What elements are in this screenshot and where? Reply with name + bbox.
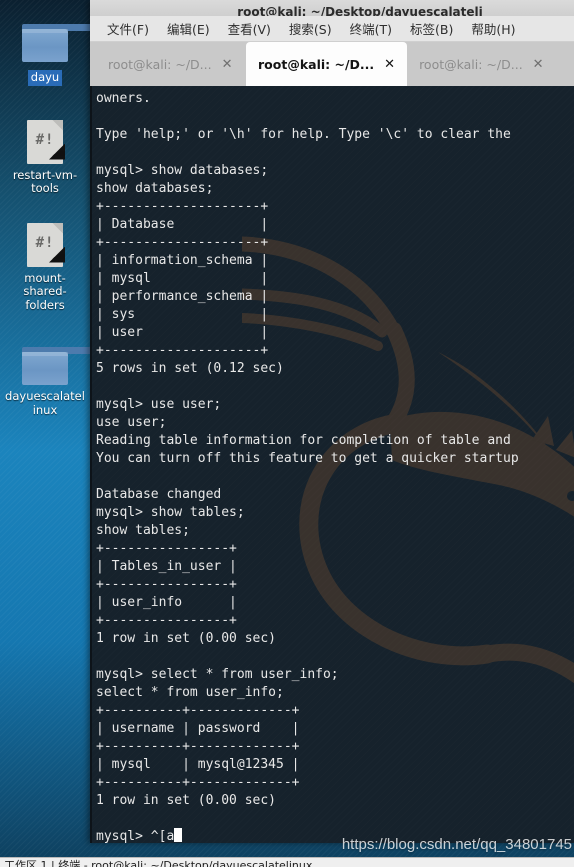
terminal-line: You can turn off this feature to get a q… bbox=[96, 451, 519, 466]
terminal-line: +----------+-------------+ bbox=[96, 703, 300, 718]
terminal-line: select * from user_info; bbox=[96, 685, 284, 700]
terminal-line: | sys | bbox=[96, 307, 269, 322]
terminal-tab-3[interactable]: root@kali: ~/D... ✕ bbox=[407, 42, 558, 86]
terminal-prompt-text: mysql> ^[a bbox=[96, 829, 175, 843]
tab-title: root@kali: ~/D... bbox=[419, 56, 523, 72]
terminal-line: | user_info | bbox=[96, 595, 237, 610]
tab-bar: root@kali: ~/D... ✕ root@kali: ~/D... ✕ … bbox=[90, 42, 574, 86]
window-titlebar[interactable]: root@kali: ~/Desktop/dayuescalateli bbox=[90, 0, 574, 16]
terminal-line: +----------------+ bbox=[96, 613, 237, 628]
menu-bar: 文件(F) 编辑(E) 查看(V) 搜索(S) 终端(T) 标签(B) 帮助(H… bbox=[90, 16, 574, 42]
shebang-glyph: #! bbox=[35, 131, 55, 148]
taskbar[interactable]: 工作区 1 | 终端 - root@kali: ~/Desktop/dayues… bbox=[0, 857, 574, 867]
terminal-line: mysql> show databases; bbox=[96, 163, 269, 178]
close-icon[interactable]: ✕ bbox=[533, 58, 544, 71]
window-title: root@kali: ~/Desktop/dayuescalateli bbox=[237, 5, 483, 16]
shebang-glyph: #! bbox=[35, 234, 55, 251]
script-file-icon: #! bbox=[0, 215, 90, 267]
script-file-icon: #! bbox=[0, 112, 90, 164]
folder-icon bbox=[0, 333, 172, 385]
menu-view[interactable]: 查看(V) bbox=[219, 16, 280, 41]
tab-title: root@kali: ~/D... bbox=[258, 56, 375, 72]
terminal-window: root@kali: ~/Desktop/dayuescalateli 文件(F… bbox=[90, 0, 574, 843]
terminal-line: | Tables_in_user | bbox=[96, 559, 237, 574]
desktop-icon-dayuescalatelinux[interactable]: dayuescalatelinux bbox=[0, 333, 172, 418]
terminal-tab-1[interactable]: root@kali: ~/D... ✕ bbox=[96, 42, 246, 86]
terminal-line: 1 row in set (0.00 sec) bbox=[96, 793, 277, 808]
terminal-line: show databases; bbox=[96, 181, 214, 196]
terminal-line: +----------+-------------+ bbox=[96, 739, 300, 754]
desktop-icon-dayu[interactable]: dayu bbox=[0, 10, 172, 86]
terminal-line: +--------------------+ bbox=[96, 235, 269, 250]
terminal-line: +----------------+ bbox=[96, 541, 237, 556]
terminal-line: | Database | bbox=[96, 217, 269, 232]
terminal-line: 5 rows in set (0.12 sec) bbox=[96, 361, 284, 376]
terminal-line: 1 row in set (0.00 sec) bbox=[96, 631, 277, 646]
terminal-tab-2[interactable]: root@kali: ~/D... ✕ bbox=[246, 42, 408, 86]
desktop-icon-restart-vm-tools[interactable]: #! restart-vm-tools bbox=[0, 112, 90, 197]
desktop-icon-label: dayuescalatelinux bbox=[5, 389, 85, 417]
close-icon[interactable]: ✕ bbox=[384, 58, 395, 71]
menu-terminal[interactable]: 终端(T) bbox=[341, 16, 401, 41]
blog-watermark: https://blog.csdn.net/qq_34801745 bbox=[341, 836, 572, 853]
close-icon[interactable]: ✕ bbox=[222, 58, 233, 71]
taskbar-label: 工作区 1 | 终端 - root@kali: ~/Desktop/dayues… bbox=[4, 859, 313, 867]
terminal-line: | user | bbox=[96, 325, 269, 340]
terminal-cursor bbox=[174, 828, 183, 842]
desktop-icon-mount-shared-folders[interactable]: #! mount-shared-folders bbox=[0, 215, 90, 314]
terminal-line: | username | password | bbox=[96, 721, 300, 736]
menu-tabs[interactable]: 标签(B) bbox=[401, 16, 462, 41]
folder-icon bbox=[0, 10, 172, 62]
terminal-line: +--------------------+ bbox=[96, 343, 269, 358]
terminal-line: Database changed bbox=[96, 487, 222, 502]
terminal-line: owners. bbox=[96, 91, 151, 106]
terminal-line: Type 'help;' or '\h' for help. Type '\c'… bbox=[96, 127, 511, 142]
terminal-line: Reading table information for completion… bbox=[96, 433, 511, 448]
terminal-line: mysql> use user; bbox=[96, 397, 222, 412]
terminal-line: +----------+-------------+ bbox=[96, 775, 300, 790]
terminal-line: | mysql | bbox=[96, 271, 269, 286]
terminal-line: | information_schema | bbox=[96, 253, 269, 268]
menu-help[interactable]: 帮助(H) bbox=[462, 16, 524, 41]
terminal-line: | mysql | mysql@12345 | bbox=[96, 757, 300, 772]
desktop-icon-label: restart-vm-tools bbox=[12, 167, 78, 195]
terminal-line: mysql> select * from user_info; bbox=[96, 667, 339, 682]
menu-search[interactable]: 搜索(S) bbox=[280, 16, 341, 41]
terminal-line: +----------------+ bbox=[96, 577, 237, 592]
terminal-line: | performance_schema | bbox=[96, 289, 269, 304]
terminal-line: show tables; bbox=[96, 523, 190, 538]
terminal-line: +--------------------+ bbox=[96, 199, 269, 214]
terminal-line: use user; bbox=[96, 415, 167, 430]
menu-file[interactable]: 文件(F) bbox=[98, 16, 158, 41]
menu-edit[interactable]: 编辑(E) bbox=[158, 16, 219, 41]
desktop-icon-label: mount-shared-folders bbox=[23, 270, 67, 312]
desktop-screen: dayu #! restart-vm-tools #! mount-shared… bbox=[0, 0, 574, 867]
terminal-output-area[interactable]: owners. Type 'help;' or '\h' for help. T… bbox=[90, 86, 574, 843]
desktop-icon-label: dayu bbox=[27, 70, 63, 86]
terminal-text: owners. Type 'help;' or '\h' for help. T… bbox=[92, 86, 574, 843]
terminal-line: mysql> show tables; bbox=[96, 505, 245, 520]
tab-title: root@kali: ~/D... bbox=[108, 56, 212, 72]
desktop-icon-area: dayu #! restart-vm-tools #! mount-shared… bbox=[0, 0, 172, 867]
